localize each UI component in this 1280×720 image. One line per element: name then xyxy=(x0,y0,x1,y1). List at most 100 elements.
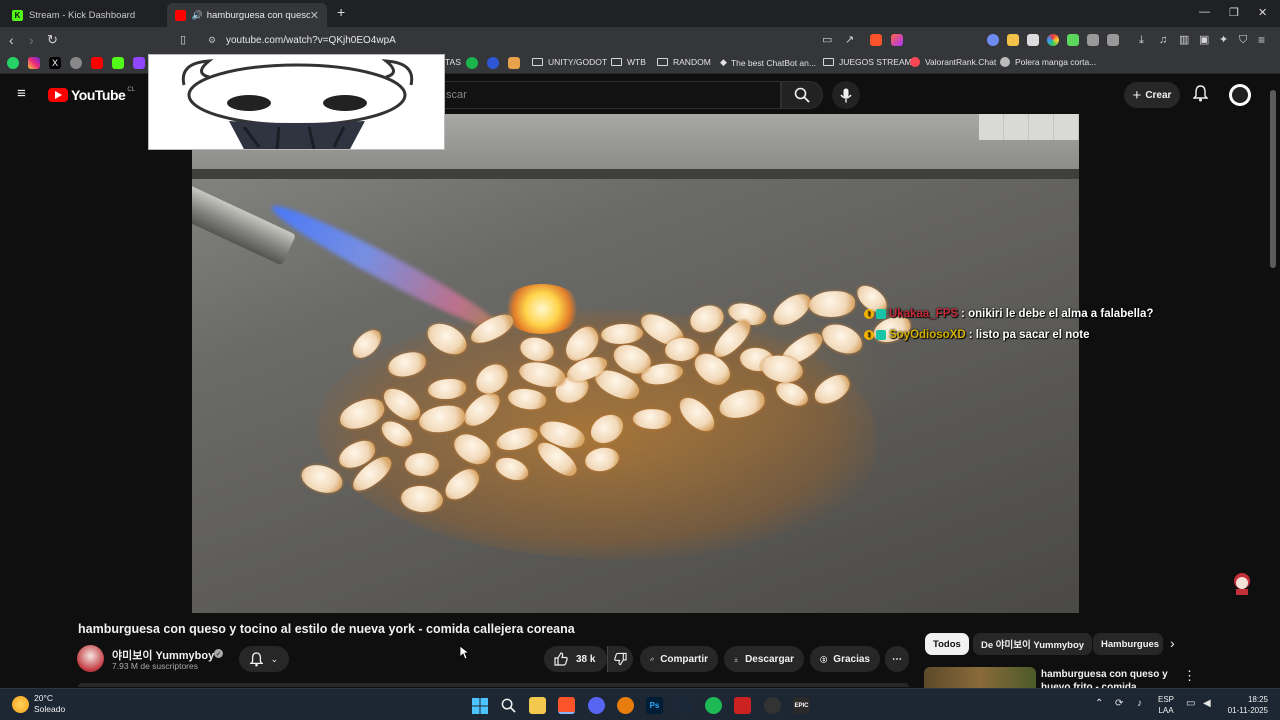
more-vertical-icon[interactable]: ⋮ xyxy=(1183,668,1196,684)
notifications-button[interactable] xyxy=(1192,85,1209,107)
like-button[interactable]: 38 k xyxy=(544,646,607,672)
back-icon[interactable]: ‹ xyxy=(9,32,14,48)
forward-icon[interactable]: › xyxy=(29,32,34,48)
bookmark-favicon-icon[interactable] xyxy=(508,57,520,69)
extension-icon[interactable] xyxy=(1067,34,1079,46)
share-button[interactable]: Compartir xyxy=(640,646,718,672)
steam-icon[interactable] xyxy=(675,697,692,714)
obs-icon[interactable] xyxy=(764,697,781,714)
wallet-icon[interactable]: ▣ xyxy=(1199,32,1209,48)
discord-icon[interactable] xyxy=(588,697,605,714)
page-scrollbar[interactable] xyxy=(1270,90,1276,268)
extension-icon[interactable] xyxy=(1007,34,1019,46)
x-icon[interactable]: X xyxy=(49,57,61,69)
bookmark-folder-juegos-stream[interactable]: JUEGOS STREAM xyxy=(823,57,912,67)
recommended-video-title[interactable]: hamburguesa con queso y huevo frito - co… xyxy=(1041,668,1171,688)
extension-icon[interactable] xyxy=(987,34,999,46)
brave-shield-icon[interactable] xyxy=(870,34,882,46)
description-box[interactable] xyxy=(78,683,909,687)
close-tab-icon[interactable]: ✕ xyxy=(310,9,319,22)
search-input[interactable]: scar xyxy=(444,81,781,109)
game-launcher-icon[interactable] xyxy=(734,697,751,714)
sidebar-icon[interactable]: ▥ xyxy=(1179,32,1189,48)
channel-watermark-icon[interactable] xyxy=(1229,570,1255,598)
epic-games-icon[interactable]: EPIC xyxy=(793,697,810,714)
bookmark-valorantrank[interactable]: ValorantRank.Chat xyxy=(910,57,996,67)
microphone-icon[interactable]: ♪ xyxy=(1137,698,1142,709)
channel-avatar[interactable] xyxy=(77,645,104,672)
hamburger-menu-icon[interactable]: ≡ xyxy=(17,86,26,101)
playlist-icon[interactable]: ♫ xyxy=(1159,32,1167,48)
account-avatar[interactable] xyxy=(1229,84,1251,106)
recommended-video-thumbnail[interactable] xyxy=(924,667,1036,689)
kick-icon[interactable] xyxy=(112,57,124,69)
menu-icon[interactable]: ≡ xyxy=(1258,32,1265,48)
youtube-logo[interactable]: YouTube CL xyxy=(48,87,135,103)
bookmark-chatbot[interactable]: ◆ The best ChatBot an... xyxy=(720,57,816,68)
search-button[interactable] xyxy=(781,81,823,109)
site-info-icon[interactable]: ⚙ xyxy=(208,35,216,46)
windows-start-icon[interactable] xyxy=(471,697,488,714)
create-button[interactable]: + Crear xyxy=(1124,82,1180,108)
system-clock[interactable]: 18:25 01-11-2025 xyxy=(1222,694,1268,716)
weather-widget[interactable]: 20°C Soleado xyxy=(12,693,65,715)
video-player[interactable] xyxy=(192,114,1079,613)
shrimp xyxy=(768,287,816,331)
twitch-icon[interactable] xyxy=(133,57,145,69)
reload-icon[interactable]: ↻ xyxy=(47,32,58,48)
bookmark-polera[interactable]: Polera manga corta... xyxy=(1000,57,1096,67)
maximize-button[interactable]: ❐ xyxy=(1229,6,1239,19)
ai-icon[interactable]: ✦ xyxy=(1219,32,1228,48)
bookmark-icon[interactable]: ▯ xyxy=(180,32,186,48)
address-bar[interactable]: ⚙ youtube.com/watch?v=QKjh0EO4wpA xyxy=(200,30,810,50)
sync-icon[interactable]: ⟳ xyxy=(1115,698,1123,709)
puzzle-icon[interactable] xyxy=(1087,34,1099,46)
apple-icon[interactable] xyxy=(70,57,82,69)
brave-rewards-icon[interactable] xyxy=(891,34,903,46)
language-indicator[interactable]: ESP LAA xyxy=(1158,694,1174,716)
minimize-button[interactable]: — xyxy=(1199,6,1210,18)
close-window-button[interactable]: ✕ xyxy=(1258,6,1267,19)
chip-from-channel[interactable]: De 야미보이 Yummyboy xyxy=(973,633,1093,655)
youtube-icon[interactable] xyxy=(91,57,103,69)
bookmark-tas[interactable]: TAS xyxy=(445,57,461,67)
youtube-play-icon xyxy=(48,88,68,102)
bookmark-favicon-icon[interactable] xyxy=(466,57,478,69)
bookmark-folder-unity-godot[interactable]: UNITY/GODOT xyxy=(532,57,607,67)
tab-kick-dashboard[interactable]: K Stream - Kick Dashboard xyxy=(4,3,164,27)
dislike-button[interactable] xyxy=(607,646,633,672)
vpn-icon[interactable]: ⛉ xyxy=(1239,32,1247,48)
tab-youtube-video[interactable]: 🔊 hamburguesa con queso y tc ✕ xyxy=(167,3,327,27)
thanks-button[interactable]: Gracias xyxy=(810,646,880,672)
chip-todos[interactable]: Todos xyxy=(925,633,969,655)
blender-icon[interactable] xyxy=(617,697,634,714)
download-label: Descargar xyxy=(745,653,794,665)
cast-icon[interactable]: ▭ xyxy=(822,32,832,48)
bookmark-folder-wtb[interactable]: WTB xyxy=(611,57,646,67)
extension-icon[interactable] xyxy=(1107,34,1119,46)
subscription-bell-button[interactable]: ⌄ xyxy=(239,646,289,672)
download-icon[interactable]: ⤓ xyxy=(1139,32,1144,48)
search-icon[interactable] xyxy=(500,697,517,714)
volume-icon[interactable]: ◀ xyxy=(1203,698,1211,709)
file-explorer-icon[interactable] xyxy=(529,697,546,714)
extension-icon[interactable] xyxy=(1027,34,1039,46)
shrimp xyxy=(817,318,867,360)
chip-hamburguesa[interactable]: Hamburgues xyxy=(1093,633,1163,655)
instagram-icon[interactable] xyxy=(28,57,40,69)
bookmark-favicon-icon[interactable] xyxy=(487,57,499,69)
show-hidden-icons-icon[interactable]: ⌃ xyxy=(1095,698,1103,709)
photoshop-icon[interactable]: Ps xyxy=(646,697,663,714)
brave-browser-icon[interactable] xyxy=(558,697,575,714)
download-button[interactable]: Descargar xyxy=(724,646,804,672)
whatsapp-icon[interactable] xyxy=(7,57,19,69)
voice-search-button[interactable] xyxy=(832,81,860,109)
network-icon[interactable]: ▭ xyxy=(1186,698,1195,709)
share-icon[interactable]: ↗ xyxy=(845,32,854,48)
more-actions-button[interactable]: ⋯ xyxy=(885,646,909,672)
chevron-right-icon[interactable]: › xyxy=(1170,635,1175,651)
spotify-icon[interactable] xyxy=(705,697,722,714)
bookmark-folder-random[interactable]: RANDOM xyxy=(657,57,711,67)
extension-icon[interactable] xyxy=(1047,34,1059,46)
new-tab-button[interactable]: + xyxy=(337,4,345,20)
